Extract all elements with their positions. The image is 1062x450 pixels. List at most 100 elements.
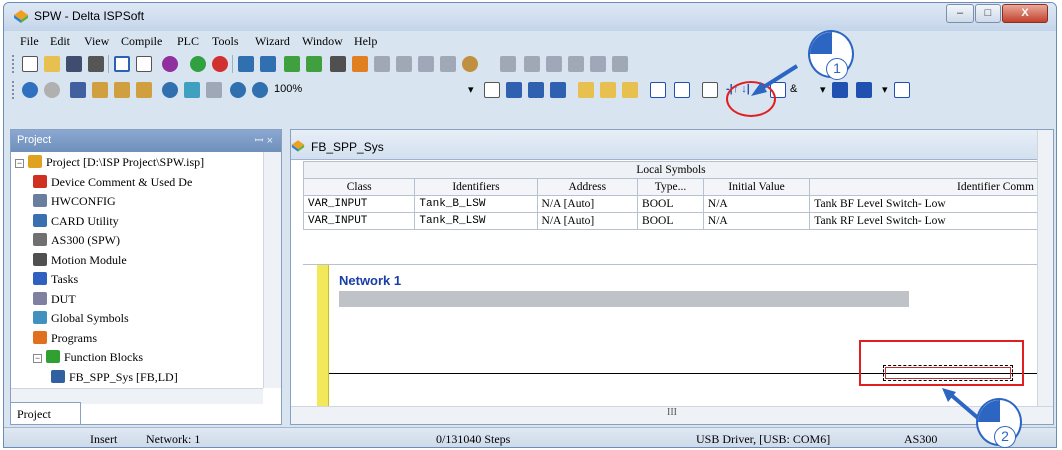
menu-compile[interactable]: Compile — [121, 34, 162, 49]
table-cell[interactable]: Tank_R_LSW — [414, 212, 538, 230]
table-cell[interactable]: Tank_B_LSW — [414, 195, 538, 213]
tree-item[interactable]: HWCONFIG — [33, 194, 116, 210]
zoom-in-icon[interactable] — [230, 82, 246, 98]
force-icon[interactable] — [590, 56, 606, 72]
cut-tool-icon[interactable] — [524, 56, 540, 72]
dropdown-arrow-icon[interactable]: ▾ — [820, 83, 826, 96]
column-header[interactable]: Initial Value — [702, 178, 811, 196]
save-icon[interactable] — [66, 56, 82, 72]
download-icon[interactable] — [238, 56, 254, 72]
settings-icon[interactable] — [440, 56, 456, 72]
table-cell[interactable]: N/A [Auto] — [536, 195, 639, 213]
menu-file[interactable]: File — [20, 34, 39, 49]
menu-help[interactable]: Help — [354, 34, 377, 49]
cut-icon[interactable] — [70, 82, 86, 98]
debug-icon[interactable] — [500, 56, 516, 72]
editor-tab-fb-spp-sys[interactable]: FB_SPP_Sys — [311, 140, 384, 154]
symbol-icon[interactable] — [162, 56, 178, 72]
dropdown-arrow-icon[interactable]: ▾ — [468, 83, 474, 96]
menu-edit[interactable]: Edit — [50, 34, 70, 49]
minimize-button[interactable]: – — [946, 4, 974, 23]
tree-item[interactable]: AS300 (SPW) — [33, 233, 120, 249]
column-header[interactable]: Class — [302, 178, 416, 196]
goto-icon[interactable] — [184, 82, 200, 98]
collapse-toggle-icon[interactable]: − — [33, 354, 42, 363]
tree-item[interactable]: Tasks — [33, 272, 78, 288]
disconnect-icon[interactable] — [44, 82, 60, 98]
table-row[interactable]: VAR_INPUT Tank_R_LSW N/A [Auto] BOOL N/A… — [302, 212, 1039, 230]
tree-item[interactable]: Device Comment & Used De — [33, 174, 192, 191]
open-folder-icon[interactable] — [44, 56, 60, 72]
menu-wizard[interactable]: Wizard — [255, 34, 290, 49]
table-cell[interactable]: BOOL — [637, 195, 704, 213]
monitor-icon[interactable] — [330, 56, 346, 72]
search-icon[interactable] — [462, 56, 478, 72]
insert-network-above-icon[interactable] — [600, 82, 616, 98]
network-comment[interactable] — [339, 291, 909, 307]
project-tree-vertical-scrollbar[interactable] — [263, 152, 281, 388]
set-icon[interactable] — [546, 56, 562, 72]
new-file-icon[interactable] — [22, 56, 38, 72]
editor-vertical-scrollbar[interactable] — [1037, 130, 1053, 408]
ladder-view-icon[interactable] — [506, 82, 522, 98]
tree-item[interactable]: FB_SPP_Sys [FB,LD] — [51, 369, 178, 386]
menu-tools[interactable]: Tools — [212, 34, 239, 49]
eraser-icon[interactable] — [136, 82, 152, 98]
column-header[interactable]: Address — [536, 178, 639, 196]
table-cell[interactable]: N/A [Auto] — [536, 212, 639, 230]
collapse-toggle-icon[interactable]: − — [15, 159, 24, 168]
insert-network-below-icon[interactable] — [622, 82, 638, 98]
menu-view[interactable]: View — [84, 34, 109, 49]
reset-icon[interactable] — [568, 56, 584, 72]
find-icon[interactable] — [162, 82, 178, 98]
table-cell[interactable]: VAR_INPUT — [302, 195, 416, 213]
online-icon[interactable] — [190, 56, 206, 72]
compare-icon[interactable] — [612, 56, 628, 72]
column-header[interactable]: Identifiers — [414, 178, 538, 196]
table-cell[interactable]: VAR_INPUT — [302, 212, 416, 230]
paste-icon[interactable] — [114, 82, 130, 98]
copy-icon[interactable] — [92, 82, 108, 98]
replace-icon[interactable] — [206, 82, 222, 98]
column-header[interactable]: Identifier Comm — [809, 178, 1039, 196]
tree-item[interactable]: − Function Blocks — [33, 350, 143, 366]
upload-icon[interactable] — [260, 56, 276, 72]
table-cell[interactable]: N/A — [702, 212, 811, 230]
table-cell[interactable]: BOOL — [637, 212, 704, 230]
stop-icon[interactable] — [396, 56, 412, 72]
download-program-icon[interactable] — [284, 56, 300, 72]
column-header[interactable]: Type... — [637, 178, 704, 196]
watch-icon[interactable] — [418, 56, 434, 72]
insert-network-icon[interactable] — [578, 82, 594, 98]
tree-item[interactable]: DUT — [33, 291, 76, 308]
symbol-table-icon[interactable] — [528, 82, 544, 98]
horizontal-line-icon[interactable] — [832, 82, 848, 98]
zoom-level[interactable]: 100% — [274, 83, 302, 95]
branch-close-icon[interactable] — [674, 82, 690, 98]
table-cell[interactable]: Tank RF Level Switch- Low — [809, 212, 1039, 230]
tree-item[interactable]: Motion Module — [33, 252, 127, 269]
close-button[interactable]: X — [1002, 4, 1048, 23]
offline-icon[interactable] — [212, 56, 228, 72]
menu-plc[interactable]: PLC — [177, 34, 199, 49]
function-block-icon[interactable] — [894, 82, 910, 98]
tree-item[interactable]: CARD Utility — [33, 213, 119, 230]
pin-close-icon[interactable]: ꟷ × — [255, 133, 273, 148]
connect-icon[interactable] — [22, 82, 38, 98]
tree-item[interactable]: Programs — [33, 330, 97, 347]
table-cell[interactable]: N/A — [702, 195, 811, 213]
dropdown-arrow-icon[interactable]: ▾ — [882, 83, 888, 96]
vertical-line-icon[interactable] — [856, 82, 872, 98]
branch-icon[interactable] — [650, 82, 666, 98]
select-pointer-icon[interactable] — [702, 82, 718, 98]
project-tab[interactable]: Project — [11, 402, 81, 424]
upload-program-icon[interactable] — [306, 56, 322, 72]
maximize-button[interactable]: □ — [975, 4, 1001, 23]
project-view-icon[interactable] — [114, 56, 130, 72]
output-window-icon[interactable] — [136, 56, 152, 72]
ladder-comment-icon[interactable] — [484, 82, 500, 98]
table-row[interactable]: VAR_INPUT Tank_B_LSW N/A [Auto] BOOL N/A… — [302, 195, 1039, 213]
print-icon[interactable] — [88, 56, 104, 72]
network-title[interactable]: Network 1 — [339, 273, 401, 288]
menu-window[interactable]: Window — [302, 34, 343, 49]
